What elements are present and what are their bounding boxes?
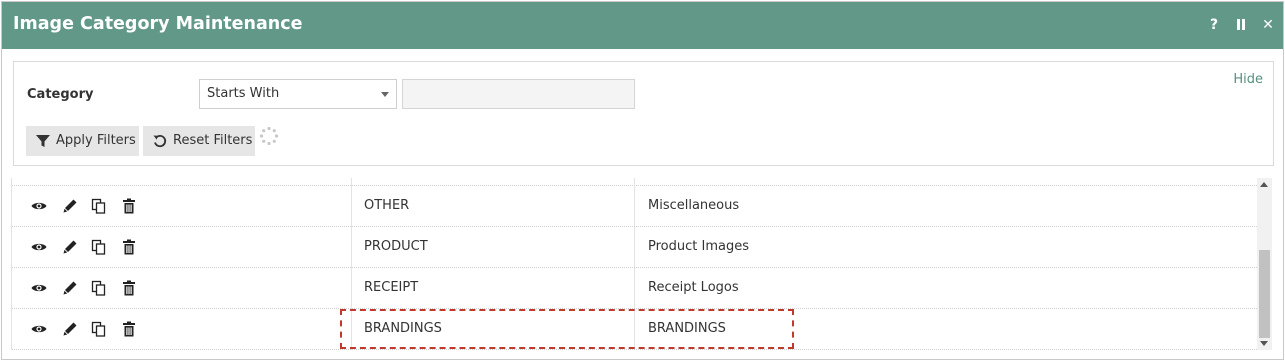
edit-icon[interactable]: [61, 320, 79, 338]
scrollbar-thumb[interactable]: [1259, 250, 1270, 338]
category-value-input[interactable]: [402, 79, 635, 109]
category-code-cell: RECEIPT: [364, 280, 419, 295]
edit-icon[interactable]: [61, 279, 79, 297]
category-description-cell: Receipt Logos: [648, 280, 739, 295]
delete-icon[interactable]: [120, 279, 138, 297]
delete-icon[interactable]: [120, 320, 138, 338]
pause-button[interactable]: [1232, 15, 1250, 35]
delete-icon[interactable]: [120, 197, 138, 215]
view-icon[interactable]: [30, 238, 48, 256]
view-icon[interactable]: [30, 320, 48, 338]
apply-filters-button[interactable]: Apply Filters: [26, 126, 139, 156]
category-code-cell: OTHER: [364, 198, 410, 213]
edit-icon[interactable]: [61, 238, 79, 256]
scroll-down-arrow-icon[interactable]: [1260, 341, 1268, 346]
title-bar: Image Category Maintenance ? ✕: [2, 2, 1283, 49]
grid-scrollbar[interactable]: [1257, 178, 1272, 350]
view-icon[interactable]: [30, 279, 48, 297]
loading-spinner-icon: [259, 126, 279, 146]
category-code-cell: PRODUCT: [364, 239, 428, 254]
apply-filters-label: Apply Filters: [56, 133, 136, 148]
reset-filters-label: Reset Filters: [173, 133, 253, 148]
table-row: OTHER Miscellaneous: [12, 186, 1257, 227]
delete-icon[interactable]: [120, 238, 138, 256]
chevron-down-icon: [381, 92, 389, 97]
reset-filters-button[interactable]: Reset Filters: [143, 126, 255, 156]
filter-panel: Hide Category Starts With Apply Filters …: [13, 61, 1274, 166]
category-code-cell: BRANDINGS: [364, 321, 442, 336]
table-row: PRODUCT Product Images: [12, 227, 1257, 268]
category-description-cell: Product Images: [648, 239, 749, 254]
table-row: BRANDINGS BRANDINGS: [12, 309, 1257, 350]
close-button[interactable]: ✕: [1259, 15, 1277, 35]
edit-icon[interactable]: [61, 197, 79, 215]
category-description-cell: BRANDINGS: [648, 321, 726, 336]
copy-icon[interactable]: [90, 320, 108, 338]
help-button[interactable]: ?: [1205, 15, 1223, 35]
pause-icon: [1236, 19, 1246, 30]
category-grid: OTHER Miscellaneous PRODUCT Product Imag…: [11, 178, 1257, 350]
reset-icon: [153, 134, 167, 148]
category-description-cell: Miscellaneous: [648, 198, 740, 213]
category-filter-label: Category: [27, 87, 94, 102]
scroll-up-arrow-icon[interactable]: [1260, 182, 1268, 187]
view-icon[interactable]: [30, 197, 48, 215]
filter-icon: [36, 135, 50, 147]
copy-icon[interactable]: [90, 279, 108, 297]
category-operator-value: Starts With: [207, 86, 280, 101]
table-row: RECEIPT Receipt Logos: [12, 268, 1257, 309]
hide-filters-link[interactable]: Hide: [1233, 72, 1263, 87]
copy-icon[interactable]: [90, 238, 108, 256]
copy-icon[interactable]: [90, 197, 108, 215]
category-operator-select[interactable]: Starts With: [199, 79, 397, 109]
window-title: Image Category Maintenance: [13, 14, 303, 34]
